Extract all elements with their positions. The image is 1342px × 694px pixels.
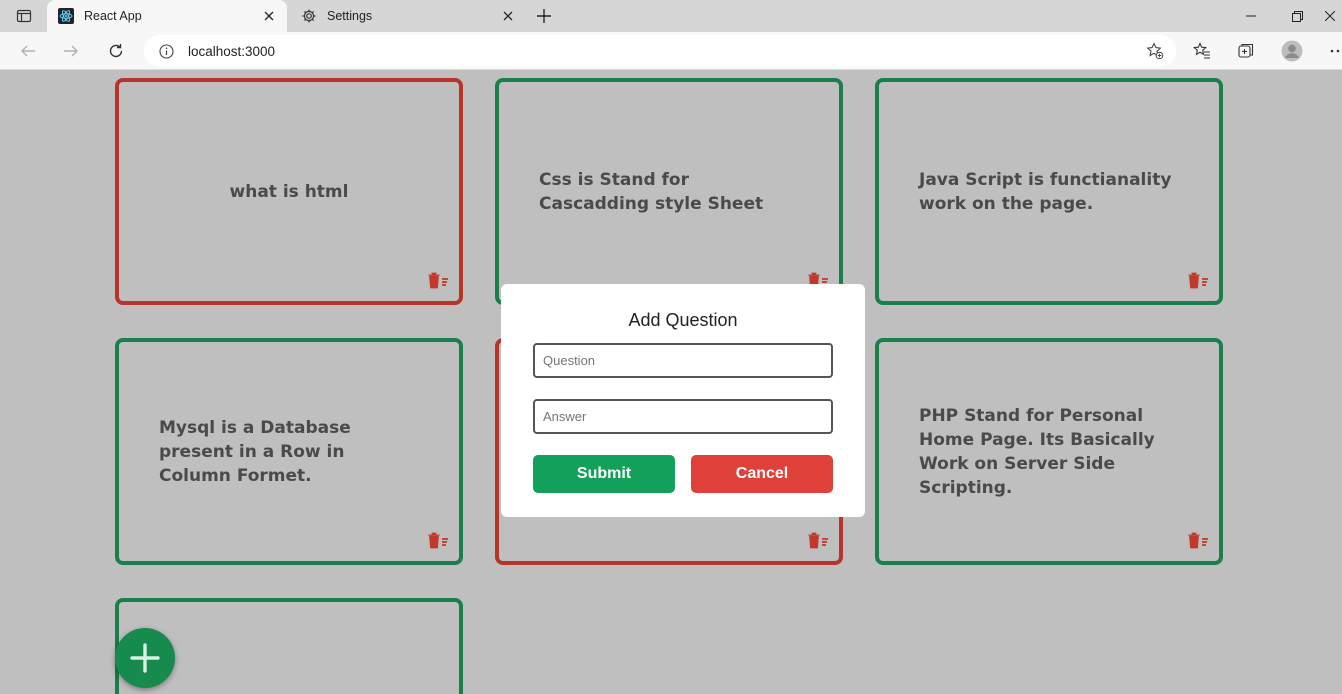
delete-icon[interactable]	[427, 271, 449, 289]
back-arrow-icon[interactable]	[13, 36, 43, 66]
react-icon	[58, 8, 74, 24]
close-tab-icon[interactable]	[259, 6, 279, 26]
card-text: Java Script is functianality work on the…	[919, 169, 1172, 214]
minimize-icon[interactable]	[1228, 0, 1274, 32]
refresh-icon[interactable]	[101, 36, 131, 66]
cancel-button[interactable]: Cancel	[691, 455, 833, 493]
profile-avatar-icon[interactable]	[1279, 38, 1305, 64]
gear-icon	[301, 8, 317, 24]
modal-title: Add Question	[628, 310, 738, 330]
tab-label: Settings	[327, 9, 373, 23]
browser-toolbar: localhost:3000	[0, 32, 1342, 70]
plus-icon	[130, 643, 160, 673]
question-card[interactable]: PHP Stand for Personal Home Page. Its Ba…	[875, 338, 1223, 565]
restore-icon[interactable]	[1274, 0, 1320, 32]
delete-icon[interactable]	[427, 531, 449, 549]
add-question-modal: Add Question Submit Cancel	[501, 284, 865, 517]
submit-button[interactable]: Submit	[533, 455, 675, 493]
card-text: what is html	[229, 181, 349, 202]
tab-react-app[interactable]: React App	[47, 0, 287, 32]
card-text: Mysql is a Database present in a Row in …	[159, 417, 351, 486]
browser-tab-bar: React App Settings	[0, 0, 1342, 32]
close-tab-icon[interactable]	[498, 6, 518, 26]
address-bar[interactable]: localhost:3000	[144, 35, 1176, 67]
close-window-icon[interactable]	[1318, 0, 1342, 32]
forward-arrow-icon[interactable]	[56, 36, 86, 66]
tab-label: React App	[84, 9, 142, 23]
delete-icon[interactable]	[1187, 271, 1209, 289]
question-input[interactable]	[533, 343, 833, 378]
add-favorite-icon[interactable]	[1146, 42, 1164, 60]
url-text: localhost:3000	[188, 44, 276, 59]
info-icon[interactable]	[158, 43, 174, 59]
card-text: PHP Stand for Personal Home Page. Its Ba…	[919, 405, 1155, 498]
tab-actions-icon[interactable]	[8, 4, 40, 28]
question-card[interactable]: what is html	[115, 78, 463, 305]
card-text: Css is Stand for Cascadding style Sheet	[539, 169, 764, 214]
card-text	[159, 602, 419, 694]
new-tab-icon[interactable]	[532, 4, 556, 28]
question-card[interactable]: Mysql is a Database present in a Row in …	[115, 338, 463, 565]
delete-icon[interactable]	[1187, 531, 1209, 549]
more-menu-icon[interactable]	[1330, 38, 1342, 64]
tab-settings[interactable]: Settings	[290, 0, 526, 32]
answer-input[interactable]	[533, 399, 833, 434]
favorites-icon[interactable]	[1189, 38, 1215, 64]
add-question-button[interactable]	[115, 628, 175, 688]
collections-icon[interactable]	[1233, 38, 1259, 64]
question-card[interactable]: Java Script is functianality work on the…	[875, 78, 1223, 305]
delete-icon[interactable]	[807, 531, 829, 549]
question-card[interactable]: Css is Stand for Cascadding style Sheet	[495, 78, 843, 305]
